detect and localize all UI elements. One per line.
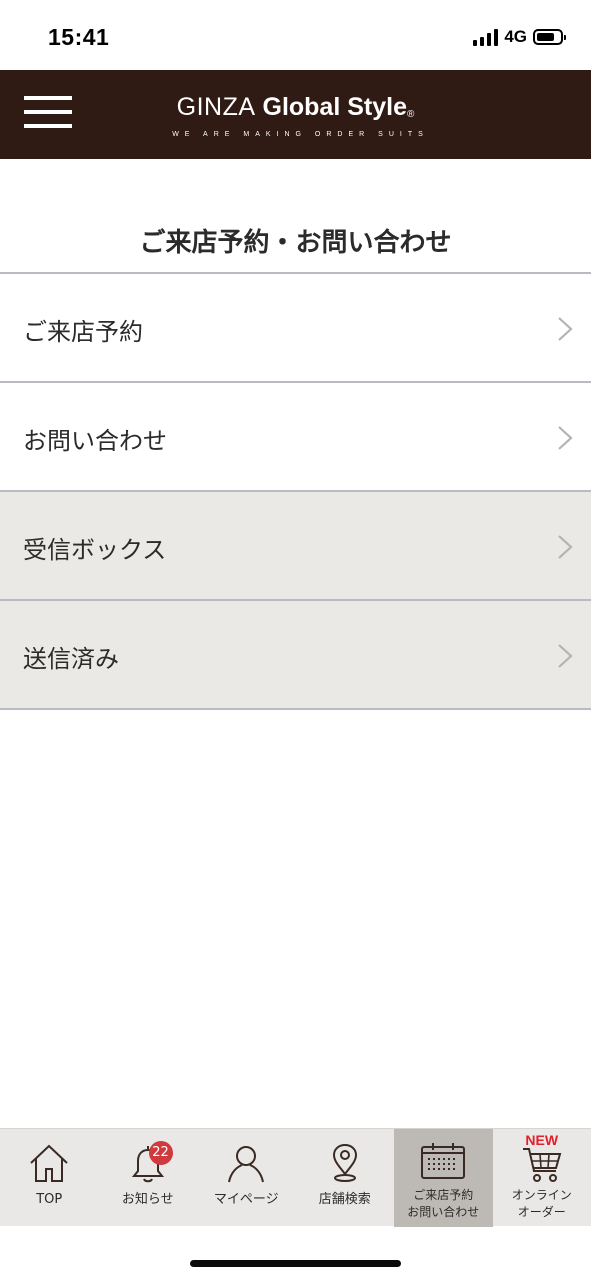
- tab-notifications[interactable]: 22 お知らせ: [99, 1129, 198, 1227]
- tab-label: オンライン オーダー: [493, 1187, 591, 1221]
- tab-store-search[interactable]: 店舗検索: [296, 1129, 395, 1227]
- menu-item-label: お問い合わせ: [23, 427, 167, 455]
- status-indicators: 4G: [473, 27, 566, 47]
- registered-mark: ®: [406, 109, 415, 120]
- brand-title: GINZA Global Style®: [0, 92, 591, 130]
- menu-list: ご来店予約 お問い合わせ 受信ボックス 送信済み: [0, 272, 591, 710]
- menu-item-visit-reservation[interactable]: ご来店予約: [0, 274, 591, 383]
- menu-item-label: 送信済み: [23, 645, 119, 673]
- brand-bold-text: Global Style: [262, 93, 407, 121]
- tab-label-line1: オンライン: [511, 1188, 572, 1202]
- chevron-right-icon: [558, 535, 573, 559]
- tab-top[interactable]: TOP: [0, 1129, 99, 1227]
- tab-label-line2: お問い合わせ: [407, 1205, 480, 1219]
- cart-icon: [493, 1145, 591, 1189]
- chevron-right-icon: [558, 317, 573, 341]
- signal-icon: [473, 28, 499, 46]
- status-time: 15:41: [48, 24, 110, 50]
- tab-reservation-inquiry[interactable]: ご来店予約 お問い合わせ: [394, 1129, 493, 1227]
- tab-bar: TOP 22 お知らせ マイページ 店舗検索 ご来店予約 お問い合わせ NEW …: [0, 1128, 591, 1227]
- menu-item-inquiry[interactable]: お問い合わせ: [0, 383, 591, 492]
- home-icon: [0, 1141, 99, 1185]
- map-pin-icon: [296, 1141, 395, 1185]
- menu-item-label: 受信ボックス: [23, 536, 167, 564]
- brand-logo: GINZA Global Style® WE ARE MAKING ORDER …: [0, 92, 591, 138]
- tab-label: お知らせ: [121, 1192, 174, 1207]
- menu-item-label: ご来店予約: [23, 318, 143, 346]
- notification-badge: 22: [148, 1141, 173, 1165]
- app-header: GINZA Global Style® WE ARE MAKING ORDER …: [0, 70, 591, 159]
- menu-item-sent[interactable]: 送信済み: [0, 601, 591, 710]
- calendar-icon: [394, 1141, 493, 1185]
- network-type: 4G: [504, 27, 527, 46]
- brand-tagline: WE ARE MAKING ORDER SUITS: [172, 131, 429, 138]
- tab-label: 店舗検索: [318, 1192, 371, 1207]
- tab-mypage[interactable]: マイページ: [197, 1129, 296, 1227]
- tab-label-line2: オーダー: [517, 1205, 566, 1219]
- brand-light-text: GINZA: [176, 93, 256, 121]
- tab-label: ご来店予約 お問い合わせ: [394, 1187, 493, 1221]
- tab-label: TOP: [36, 1192, 63, 1207]
- tab-label: マイページ: [213, 1192, 279, 1207]
- battery-icon: [533, 29, 566, 45]
- chevron-right-icon: [558, 644, 573, 668]
- home-indicator[interactable]: [190, 1260, 401, 1267]
- page-title: ご来店予約・お問い合わせ: [139, 228, 452, 258]
- chevron-right-icon: [558, 426, 573, 450]
- screen: 15:41 4G GINZA Global Style® WE ARE MAKI…: [0, 0, 591, 1280]
- menu-item-inbox[interactable]: 受信ボックス: [0, 492, 591, 601]
- tab-label-line1: ご来店予約: [413, 1188, 474, 1202]
- tab-online-order[interactable]: NEW オンライン オーダー: [493, 1129, 591, 1227]
- status-bar: 15:41 4G: [0, 0, 591, 70]
- bell-icon: [99, 1141, 198, 1185]
- user-icon: [197, 1141, 296, 1185]
